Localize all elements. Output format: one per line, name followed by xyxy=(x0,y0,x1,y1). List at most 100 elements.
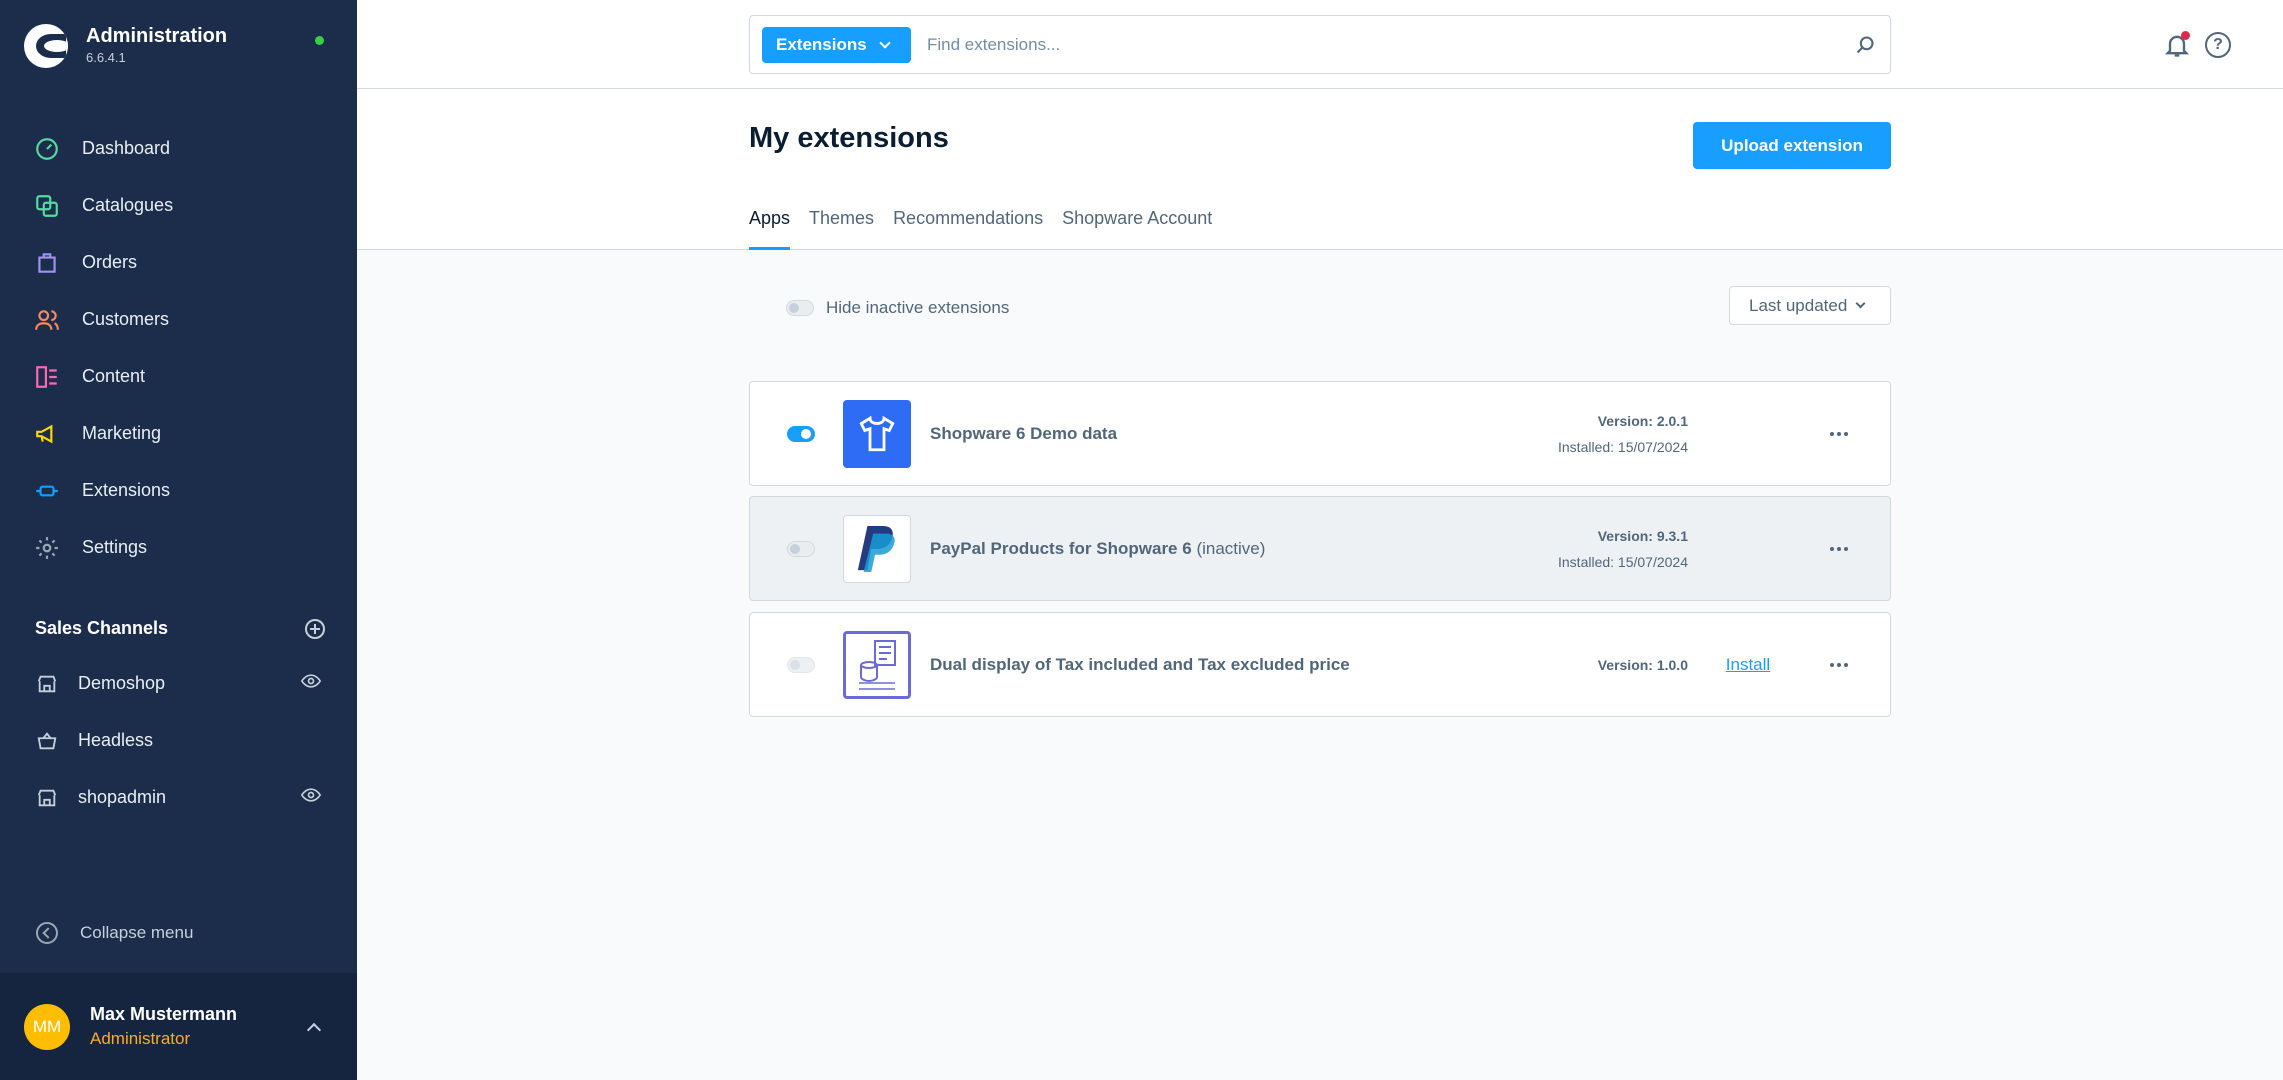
nav-label: Extensions xyxy=(82,480,171,500)
nav-item-catalogues[interactable]: Catalogues xyxy=(0,177,357,234)
extension-active-switch[interactable] xyxy=(787,425,815,442)
extension-name: Dual display of Tax included and Tax exc… xyxy=(930,655,1468,675)
nav-item-dashboard[interactable]: Dashboard xyxy=(0,120,357,177)
content-icon xyxy=(34,364,60,390)
tab-themes[interactable]: Themes xyxy=(809,204,874,250)
marketing-icon xyxy=(34,421,60,447)
extension-name: PayPal Products for Shopware 6 (inactive… xyxy=(930,539,1468,559)
nav-item-settings[interactable]: Settings xyxy=(0,519,357,576)
sales-channels-title: Sales Channels xyxy=(35,618,169,638)
nav-label: Content xyxy=(82,366,146,386)
chevron-down-icon xyxy=(1855,298,1866,309)
extension-active-switch xyxy=(787,656,815,673)
extension-status: (inactive) xyxy=(1196,538,1266,558)
eye-icon[interactable] xyxy=(300,671,322,696)
search-type-label: Extensions xyxy=(776,34,867,54)
shopware-logo-icon xyxy=(24,24,68,68)
nav-item-extensions[interactable]: Extensions xyxy=(0,462,357,519)
storefront-icon xyxy=(37,675,57,692)
dashboard-icon xyxy=(34,136,60,162)
page-header: My extensions Upload extension Apps Them… xyxy=(357,89,2283,250)
tshirt-icon xyxy=(843,399,911,468)
storefront-icon xyxy=(37,789,57,806)
tab-recommendations[interactable]: Recommendations xyxy=(893,204,1043,250)
basket-icon xyxy=(37,731,57,749)
extension-name: Shopware 6 Demo data xyxy=(930,424,1468,444)
upload-extension-button[interactable]: Upload extension xyxy=(1693,122,1891,169)
extension-name-text: Dual display of Tax included and Tax exc… xyxy=(930,654,1350,674)
hide-inactive-toggle[interactable]: Hide inactive extensions xyxy=(786,298,1009,318)
help-icon[interactable]: ? xyxy=(2205,32,2231,58)
search-type-select[interactable]: Extensions xyxy=(762,26,911,63)
nav-label: Catalogues xyxy=(82,195,174,215)
top-bar: Extensions ? xyxy=(357,0,2283,89)
nav-label: Marketing xyxy=(82,423,162,443)
extension-name-text: PayPal Products for Shopware 6 xyxy=(930,538,1192,558)
nav-item-orders[interactable]: Orders xyxy=(0,234,357,291)
eye-icon[interactable] xyxy=(300,785,322,810)
sales-channel-shopadmin[interactable]: shopadmin xyxy=(0,769,357,826)
sales-channel-label: shopadmin xyxy=(78,787,167,807)
extension-meta: Version: 2.0.1 Installed: 15/07/2024 xyxy=(1468,413,1688,455)
sort-select[interactable]: Last updated xyxy=(1729,286,1891,325)
extension-version: Version: 2.0.1 xyxy=(1597,412,1688,429)
nav-item-content[interactable]: Content xyxy=(0,348,357,405)
collapse-icon xyxy=(36,922,58,944)
chevron-down-icon xyxy=(879,36,891,49)
paypal-logo-icon xyxy=(843,514,911,583)
catalogue-icon xyxy=(34,193,60,219)
page-title: My extensions xyxy=(749,122,949,154)
collapse-menu-button[interactable]: Collapse menu xyxy=(36,922,193,944)
chevron-up-icon[interactable] xyxy=(306,1022,322,1037)
user-name: Max Mustermann xyxy=(90,1004,238,1024)
orders-icon xyxy=(34,250,60,276)
user-role: Administrator xyxy=(90,1029,191,1048)
user-menu[interactable]: MM Max Mustermann Administrator xyxy=(0,973,357,1080)
brand-title: Administration xyxy=(86,25,228,47)
brand-version: 6.6.4.1 xyxy=(86,50,126,65)
extension-version: Version: 1.0.0 xyxy=(1597,656,1688,673)
hide-inactive-switch[interactable] xyxy=(786,300,814,316)
sort-label: Last updated xyxy=(1749,295,1848,315)
extension-active-switch[interactable] xyxy=(787,540,815,557)
collapse-label: Collapse menu xyxy=(80,923,194,942)
search-input[interactable] xyxy=(911,24,1840,65)
add-sales-channel-icon[interactable] xyxy=(305,618,325,639)
online-status-indicator xyxy=(315,36,324,45)
sales-channel-demoshop[interactable]: Demoshop xyxy=(0,655,357,712)
extension-tabs: Apps Themes Recommendations Shopware Acc… xyxy=(749,204,1231,250)
extension-card-demo-data: Shopware 6 Demo data Version: 2.0.1 Inst… xyxy=(749,381,1891,486)
sales-channel-headless[interactable]: Headless xyxy=(0,712,357,769)
hide-inactive-label: Hide inactive extensions xyxy=(826,298,1010,317)
context-menu-icon[interactable] xyxy=(1808,662,1870,667)
search-bar: Extensions xyxy=(749,15,1891,74)
sales-channels-list: Demoshop Headless shopadmin xyxy=(0,655,357,826)
install-link[interactable]: Install xyxy=(1688,655,1808,675)
context-menu-icon[interactable] xyxy=(1808,546,1870,551)
context-menu-icon[interactable] xyxy=(1808,431,1870,436)
tax-calculator-icon xyxy=(843,630,911,699)
settings-icon xyxy=(34,535,60,561)
extensions-icon xyxy=(34,478,60,504)
nav-label: Customers xyxy=(82,309,170,329)
nav-label: Dashboard xyxy=(82,138,171,158)
notification-badge xyxy=(2181,31,2190,40)
tab-shopware-account[interactable]: Shopware Account xyxy=(1062,204,1212,250)
brand: Administration 6.6.4.1 xyxy=(24,24,227,68)
nav-item-customers[interactable]: Customers xyxy=(0,291,357,348)
main-nav: Dashboard Catalogues Orders Customers Co… xyxy=(0,120,357,576)
nav-item-marketing[interactable]: Marketing xyxy=(0,405,357,462)
filter-row: Hide inactive extensions Last updated xyxy=(749,286,1891,326)
extension-meta: Version: 9.3.1 Installed: 15/07/2024 xyxy=(1468,528,1688,570)
sidebar: Administration 6.6.4.1 Dashboard Catalog… xyxy=(0,0,357,1080)
extension-card-dual-tax: Dual display of Tax included and Tax exc… xyxy=(749,612,1891,717)
extension-meta: Version: 1.0.0 xyxy=(1468,657,1688,673)
extension-name-text: Shopware 6 Demo data xyxy=(930,423,1118,443)
tab-apps[interactable]: Apps xyxy=(749,204,791,250)
avatar: MM xyxy=(24,1003,70,1050)
search-icon[interactable] xyxy=(1840,35,1890,55)
extension-card-paypal: PayPal Products for Shopware 6 (inactive… xyxy=(749,496,1891,601)
nav-label: Orders xyxy=(82,252,138,272)
extension-installed-date: Installed: 15/07/2024 xyxy=(1558,553,1688,570)
sales-channel-label: Headless xyxy=(78,730,154,750)
